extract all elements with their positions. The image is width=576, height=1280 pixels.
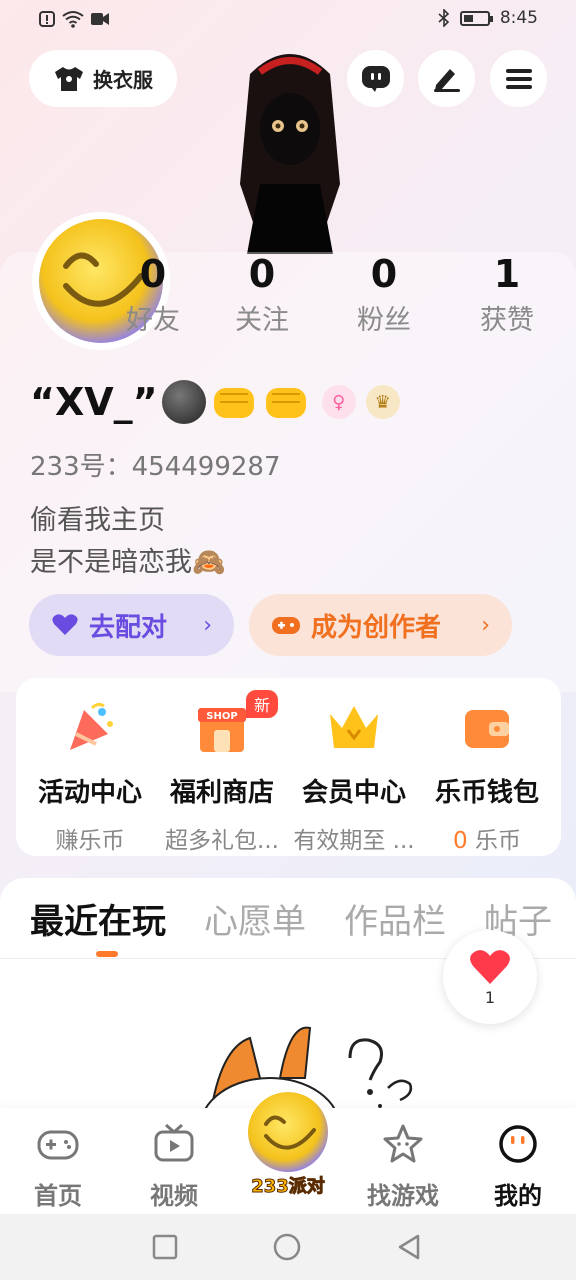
stat-value: 1 (493, 252, 521, 296)
nav-home[interactable]: 首页 (8, 1122, 108, 1211)
wifi-icon (62, 11, 84, 28)
tab-recently-played[interactable]: 最近在玩 (30, 894, 166, 943)
like-button[interactable]: 1 (443, 930, 537, 1024)
tab-works[interactable]: 作品栏 (344, 894, 446, 943)
nav-label: 视频 (150, 1182, 198, 1210)
chat-icon (361, 65, 390, 92)
become-creator-button[interactable]: 成为创作者 › (249, 594, 512, 656)
status-time: 8:45 (499, 8, 538, 28)
tab-wishlist[interactable]: 心愿单 (204, 894, 306, 943)
bio: 偷看我主页 是不是暗恋我🙈 (30, 500, 226, 584)
service-title: 会员中心 (301, 778, 406, 808)
female-gender-icon: ♀ (321, 385, 356, 419)
menu-icon (505, 68, 532, 89)
stat-label: 获赞 (480, 305, 534, 336)
tab-active-indicator (96, 951, 118, 957)
fist-emoji-icon (265, 388, 306, 418)
nav-label: 找游戏 (367, 1182, 439, 1210)
edit-button[interactable] (418, 50, 475, 107)
stat-following[interactable]: 0 关注 (202, 252, 322, 337)
service-activity-center[interactable]: 活动中心 赚乐币 (22, 700, 158, 855)
bio-line-1: 偷看我主页 (30, 505, 165, 536)
nav-video[interactable]: 视频 (124, 1122, 224, 1211)
service-vip-center[interactable]: 会员中心 有效期至 ... (286, 700, 422, 855)
nav-label: 我的 (494, 1182, 542, 1210)
status-right-icons: 8:45 (438, 8, 538, 28)
heart-icon (52, 614, 78, 635)
menu-button[interactable] (490, 50, 547, 107)
service-title: 福利商店 (169, 778, 274, 808)
nav-label: 233派对 (251, 1176, 326, 1198)
system-nav-bar (0, 1214, 576, 1280)
stat-likes[interactable]: 1 获赞 (447, 252, 567, 337)
stat-label: 关注 (235, 305, 289, 336)
nav-mine[interactable]: 我的 (468, 1122, 568, 1211)
chevron-right-icon: › (481, 612, 490, 638)
service-welfare-shop[interactable]: SHOP 新 福利商店 超多礼包... (154, 690, 290, 855)
services-card: 活动中心 赚乐币 SHOP 新 福利商店 超多礼包... 会员中心 有效期至 .… (16, 678, 561, 856)
shop-sign-text: SHOP (206, 711, 237, 722)
wallet-icon (459, 700, 515, 756)
service-title: 乐币钱包 (434, 778, 539, 808)
fist-emoji-icon (213, 388, 254, 418)
party-popper-icon (62, 700, 118, 756)
stat-followers[interactable]: 0 粉丝 (324, 252, 444, 337)
bio-line-2: 是不是暗恋我🙈 (30, 547, 226, 578)
nav-label: 首页 (34, 1182, 82, 1210)
match-button[interactable]: 去配对 › (29, 594, 234, 656)
crown-badge-icon: ♛ (365, 385, 400, 419)
tshirt-icon (55, 66, 83, 91)
coin-unit: 乐币 (474, 828, 521, 854)
stat-friends[interactable]: 0 好友 (93, 252, 213, 337)
nav-find-games[interactable]: 找游戏 (353, 1122, 453, 1211)
shop-icon: SHOP 新 (194, 690, 278, 756)
coin-count: 0 (453, 828, 468, 854)
crown-icon (326, 700, 382, 756)
nav-233-party[interactable]: 233派对 (238, 1090, 338, 1200)
service-subtitle: 赚乐币 (55, 828, 125, 854)
username: “XV_” (30, 380, 158, 424)
stat-label: 好友 (126, 305, 180, 336)
battery-icon (459, 10, 493, 26)
alert-icon (39, 11, 55, 27)
stat-label: 粉丝 (357, 305, 411, 336)
become-creator-label: 成为创作者 (311, 612, 442, 643)
gamepad-icon (272, 617, 300, 634)
service-coin-wallet[interactable]: 乐币钱包 0 乐币 (419, 700, 555, 855)
user-id: 233号：454499287 (30, 452, 281, 482)
change-outfit-button[interactable]: 换衣服 (29, 50, 177, 107)
service-subtitle: 有效期至 ... (293, 828, 415, 854)
username-row: “XV_” ♀ ♛ (30, 380, 400, 424)
gamepad-icon (37, 1130, 79, 1160)
stat-value: 0 (248, 252, 276, 296)
recent-apps-icon[interactable] (152, 1234, 178, 1260)
stat-value: 0 (139, 252, 167, 296)
star-icon (383, 1124, 423, 1163)
party-logo-icon (248, 1092, 328, 1172)
video-icon (91, 13, 109, 25)
face-icon (499, 1125, 537, 1163)
moon-emoji-icon (161, 380, 206, 424)
new-badge: 新 (245, 690, 278, 718)
like-count: 1 (484, 987, 496, 1007)
service-title: 活动中心 (37, 778, 142, 808)
heart-icon (470, 949, 510, 984)
avatar-character-image[interactable] (215, 34, 365, 254)
edit-icon (433, 68, 460, 92)
bluetooth-icon (438, 9, 449, 27)
chevron-right-icon: › (203, 612, 212, 638)
home-icon[interactable] (273, 1233, 301, 1261)
stat-value: 0 (370, 252, 398, 296)
match-label: 去配对 (89, 612, 168, 643)
status-left-icons (38, 10, 110, 28)
tv-icon (154, 1123, 194, 1162)
service-subtitle: 超多礼包... (165, 828, 279, 854)
service-subtitle: 0 乐币 (419, 821, 555, 855)
back-icon[interactable] (396, 1234, 422, 1260)
change-outfit-label: 换衣服 (93, 68, 153, 92)
